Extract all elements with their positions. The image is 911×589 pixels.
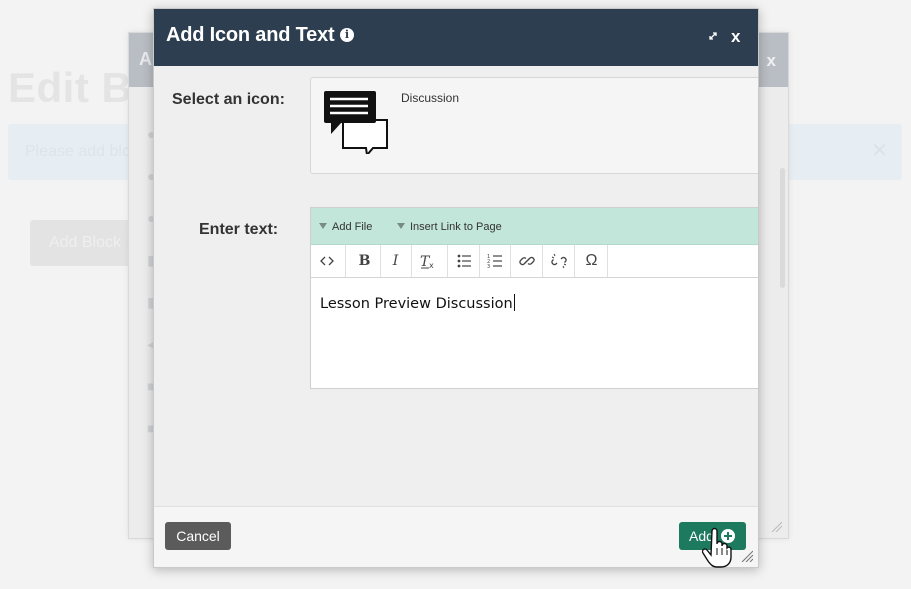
background-resize-grip-icon bbox=[771, 521, 782, 532]
discussion-icon bbox=[324, 91, 388, 154]
bold-icon: B bbox=[358, 253, 371, 269]
cancel-button[interactable]: Cancel bbox=[165, 522, 231, 550]
text-editor: Add File Insert Link to Page B I Tx 123 bbox=[310, 207, 758, 389]
info-icon[interactable]: i bbox=[340, 28, 354, 42]
editor-text: Lesson Preview Discussion bbox=[320, 296, 513, 312]
dialog-close-button[interactable]: x bbox=[731, 27, 740, 47]
text-caret bbox=[513, 294, 515, 311]
background-dialog-title: A bbox=[139, 49, 152, 69]
remove-format-button[interactable]: Tx bbox=[411, 245, 448, 277]
alert-close-icon[interactable]: ✕ bbox=[871, 138, 888, 163]
numbered-list-button[interactable]: 123 bbox=[479, 245, 511, 277]
bulleted-list-icon bbox=[457, 254, 471, 268]
select-icon-label: Select an icon: bbox=[172, 91, 285, 108]
editor-menu-bar: Add File Insert Link to Page bbox=[311, 208, 758, 245]
link-button[interactable] bbox=[511, 245, 543, 277]
enter-text-label: Enter text: bbox=[199, 221, 279, 238]
svg-text:3: 3 bbox=[487, 264, 490, 269]
dropdown-arrow-icon bbox=[397, 223, 405, 229]
link-icon bbox=[519, 256, 535, 266]
source-code-icon bbox=[320, 256, 334, 266]
add-icon-text-dialog: Add Icon and Text i x Select an icon: Di… bbox=[153, 8, 759, 568]
numbered-list-icon: 123 bbox=[487, 254, 502, 269]
resize-grip-icon[interactable] bbox=[741, 550, 753, 562]
bold-button[interactable]: B bbox=[349, 245, 381, 277]
dropdown-arrow-icon bbox=[319, 223, 327, 229]
alert-text: Please add blo bbox=[25, 143, 131, 160]
special-character-button[interactable]: Ω bbox=[576, 245, 608, 277]
insert-link-label: Insert Link to Page bbox=[410, 221, 502, 233]
editor-content[interactable]: Lesson Preview Discussion bbox=[320, 294, 515, 312]
unlink-button[interactable] bbox=[543, 245, 575, 277]
selected-icon-name: Discussion bbox=[401, 91, 460, 105]
page-scrollbar[interactable] bbox=[780, 168, 785, 288]
omega-icon: Ω bbox=[585, 252, 598, 269]
source-code-button[interactable] bbox=[311, 245, 346, 277]
dialog-title: Add Icon and Text bbox=[166, 24, 335, 46]
add-file-label: Add File bbox=[332, 221, 373, 233]
dialog-header: Add Icon and Text i x bbox=[154, 9, 758, 66]
dialog-footer: Cancel Add bbox=[154, 506, 758, 567]
svg-text:x: x bbox=[429, 261, 434, 269]
bulleted-list-button[interactable] bbox=[448, 245, 480, 277]
remove-format-icon: Tx bbox=[420, 254, 434, 269]
icon-selector[interactable]: Discussion bbox=[310, 77, 758, 174]
add-file-menu[interactable]: Add File bbox=[319, 221, 372, 233]
italic-button[interactable]: I bbox=[380, 245, 412, 277]
unlink-icon bbox=[551, 253, 567, 269]
expand-icon[interactable] bbox=[707, 30, 719, 42]
insert-link-menu[interactable]: Insert Link to Page bbox=[397, 221, 502, 233]
add-block-button[interactable]: Add Block bbox=[30, 220, 140, 266]
italic-icon: I bbox=[392, 253, 399, 269]
editor-toolbar: B I Tx 123 Ω bbox=[311, 245, 758, 278]
hand-pointer-cursor-icon bbox=[702, 527, 732, 568]
background-dialog-close-button[interactable]: x bbox=[767, 51, 776, 71]
